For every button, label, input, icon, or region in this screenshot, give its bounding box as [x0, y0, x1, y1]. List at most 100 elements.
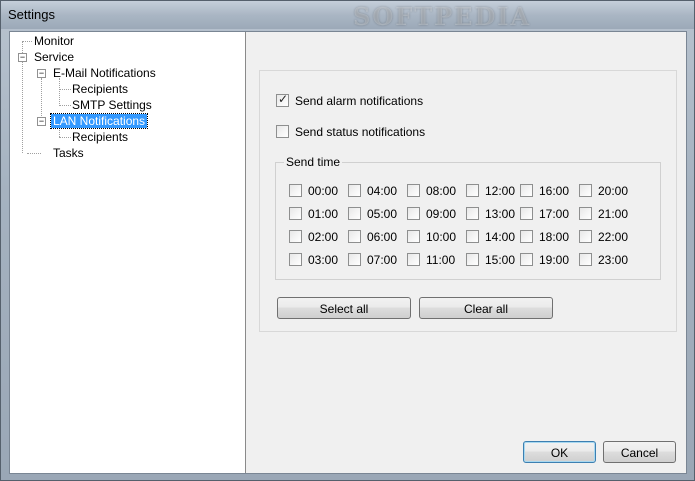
time-checkbox[interactable]	[289, 230, 302, 244]
time-checkbox[interactable]	[579, 253, 592, 267]
tree-item-email-recipients[interactable]: Recipients	[70, 81, 130, 97]
time-label: 08:00	[426, 183, 457, 198]
tree-item-smtp-settings[interactable]: SMTP Settings	[70, 97, 154, 113]
time-checkbox[interactable]	[289, 184, 302, 198]
time-checkbox[interactable]	[289, 207, 302, 221]
time-option[interactable]: 17:00	[520, 206, 569, 221]
ok-button[interactable]: OK	[523, 441, 596, 463]
time-checkbox[interactable]	[466, 184, 479, 198]
client-area: Monitor − Service − E-Mail Notifications…	[9, 31, 687, 474]
time-option[interactable]: 15:00	[466, 252, 515, 267]
send-alarm-option[interactable]: Send alarm notifications	[276, 92, 423, 108]
time-option[interactable]: 10:00	[407, 229, 456, 244]
window-title: Settings	[8, 7, 55, 22]
time-option[interactable]: 12:00	[466, 183, 515, 198]
tree-item-service[interactable]: Service	[32, 49, 76, 65]
lan-notifications-panel: Send alarm notifications Send status not…	[246, 32, 686, 473]
time-label: 09:00	[426, 206, 457, 221]
time-option[interactable]: 21:00	[579, 206, 628, 221]
time-option[interactable]: 11:00	[407, 252, 455, 267]
time-option[interactable]: 16:00	[520, 183, 569, 198]
send-status-option[interactable]: Send status notifications	[276, 124, 425, 139]
time-option[interactable]: 19:00	[520, 252, 569, 267]
collapse-icon[interactable]: −	[37, 69, 46, 78]
time-checkbox[interactable]	[348, 184, 361, 198]
time-label: 17:00	[539, 206, 570, 221]
time-option[interactable]: 08:00	[407, 183, 456, 198]
title-bar[interactable]: Settings SOFTPEDIA	[1, 1, 694, 31]
clear-all-button[interactable]: Clear all	[419, 297, 553, 319]
tree-item-email-notifications[interactable]: E-Mail Notifications	[51, 65, 158, 81]
time-label: 00:00	[308, 183, 339, 198]
time-option[interactable]: 20:00	[579, 183, 628, 198]
select-all-button[interactable]: Select all	[277, 297, 411, 319]
send-time-group: Send time 00:00 04:00 08:00 12:00 16:00 20:00…	[275, 155, 661, 280]
tree-line	[59, 78, 60, 104]
time-checkbox[interactable]	[579, 207, 592, 221]
send-time-label: Send time	[286, 155, 341, 169]
time-option[interactable]: 13:00	[466, 206, 515, 221]
time-checkbox[interactable]	[407, 253, 420, 267]
time-checkbox[interactable]	[579, 230, 592, 244]
tree-item-lan-recipients[interactable]: Recipients	[70, 129, 130, 145]
time-option[interactable]: 00:00	[289, 183, 338, 198]
time-option[interactable]: 22:00	[579, 229, 628, 244]
time-checkbox[interactable]	[466, 207, 479, 221]
time-label: 11:00	[426, 252, 456, 267]
time-label: 03:00	[308, 252, 339, 267]
time-label: 20:00	[598, 183, 629, 198]
time-label: 10:00	[426, 229, 457, 244]
time-option[interactable]: 23:00	[579, 252, 628, 267]
send-status-checkbox[interactable]	[276, 125, 289, 139]
time-option[interactable]: 09:00	[407, 206, 456, 221]
time-label: 12:00	[485, 183, 516, 198]
send-alarm-checkbox[interactable]	[276, 92, 289, 108]
cancel-button[interactable]: Cancel	[603, 441, 676, 463]
time-checkbox[interactable]	[579, 184, 592, 198]
time-option[interactable]: 04:00	[348, 183, 397, 198]
time-label: 18:00	[539, 229, 570, 244]
tree-line	[22, 61, 23, 153]
time-checkbox[interactable]	[407, 207, 420, 221]
time-checkbox[interactable]	[466, 230, 479, 244]
time-option[interactable]: 03:00	[289, 252, 338, 267]
time-checkbox[interactable]	[407, 230, 420, 244]
time-option[interactable]: 14:00	[466, 229, 515, 244]
time-checkbox[interactable]	[407, 184, 420, 198]
time-label: 13:00	[485, 206, 516, 221]
time-label: 02:00	[308, 229, 339, 244]
collapse-icon[interactable]: −	[37, 117, 46, 126]
notification-options-group: Send alarm notifications Send status not…	[259, 70, 677, 332]
time-label: 14:00	[485, 229, 516, 244]
watermark-logo: SOFTPEDIA	[353, 2, 532, 31]
time-checkbox[interactable]	[520, 253, 533, 267]
settings-tree[interactable]: Monitor − Service − E-Mail Notifications…	[10, 32, 246, 473]
time-checkbox[interactable]	[520, 184, 533, 198]
time-label: 21:00	[598, 206, 629, 221]
time-label: 07:00	[367, 252, 398, 267]
collapse-icon[interactable]: −	[18, 53, 27, 62]
time-checkbox[interactable]	[466, 253, 479, 267]
time-checkbox[interactable]	[520, 230, 533, 244]
time-option[interactable]: 06:00	[348, 229, 397, 244]
tree-item-tasks[interactable]: Tasks	[51, 145, 86, 161]
time-checkbox[interactable]	[348, 207, 361, 221]
time-label: 23:00	[598, 252, 629, 267]
time-label: 05:00	[367, 206, 398, 221]
time-label: 16:00	[539, 183, 570, 198]
time-label: 04:00	[367, 183, 398, 198]
time-checkbox[interactable]	[289, 253, 302, 267]
tree-line	[27, 153, 41, 154]
time-option[interactable]: 01:00	[289, 206, 338, 221]
time-checkbox[interactable]	[348, 230, 361, 244]
tree-line	[22, 41, 32, 42]
time-option[interactable]: 05:00	[348, 206, 397, 221]
tree-item-lan-notifications[interactable]: LAN Notifications	[49, 113, 149, 129]
time-checkbox[interactable]	[348, 253, 361, 267]
tree-item-monitor[interactable]: Monitor	[32, 33, 76, 49]
time-checkbox[interactable]	[520, 207, 533, 221]
time-option[interactable]: 02:00	[289, 229, 338, 244]
time-option[interactable]: 18:00	[520, 229, 569, 244]
time-option[interactable]: 07:00	[348, 252, 397, 267]
time-label: 15:00	[485, 252, 516, 267]
